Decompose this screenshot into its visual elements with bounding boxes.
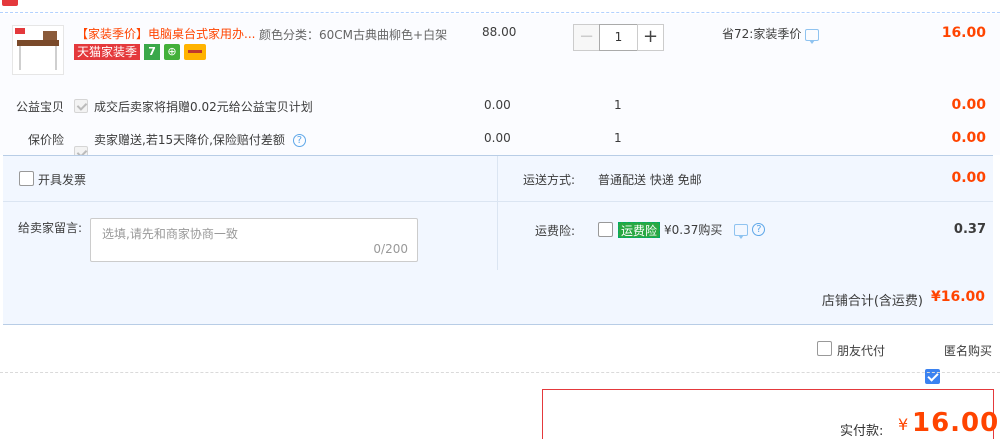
freight-insurance-price-text: ¥0.37购买: [664, 223, 723, 237]
shelf-shape: [43, 31, 57, 40]
guarantee-icon: ⊕: [164, 44, 181, 60]
price-protect-total: 0.00: [951, 130, 986, 146]
final-payment-currency: ¥: [898, 415, 909, 434]
store-total-label: 店铺合计(含运费): [821, 294, 923, 309]
product-thumbnail[interactable]: [12, 25, 64, 75]
service-label-charity: 公益宝贝: [15, 100, 64, 114]
price-protect-price: 0.00: [484, 131, 511, 145]
invoice-checkbox[interactable]: [19, 171, 34, 186]
section-divider: [0, 372, 1000, 373]
event-badge: 天猫家装季: [74, 44, 141, 60]
sku-info: 颜色分类：60CM古典曲柳色+白架: [259, 25, 449, 45]
final-payment-label: 实付款:: [840, 424, 884, 439]
store-total-value: ¥16.00: [930, 289, 985, 305]
price-protect-quantity: 1: [614, 131, 622, 145]
freight-insurance-tag: 运费险: [618, 221, 661, 238]
charity-price: 0.00: [484, 98, 511, 112]
shop-header-strip: [0, 0, 1000, 13]
price-protect-row: 卖家赠送,若15天降价,保险赔付差额?: [94, 131, 306, 148]
item-subtotal: 16.00: [941, 25, 986, 41]
divider: [498, 201, 993, 202]
desk-top-shape: [17, 40, 59, 46]
shipping-fee: 0.00: [951, 170, 986, 186]
chat-icon[interactable]: [805, 28, 820, 44]
charity-quantity: 1: [614, 98, 622, 112]
shipping-method-label: 运送方式:: [523, 173, 576, 187]
charity-total: 0.00: [951, 97, 986, 113]
shipping-method-value[interactable]: 普通配送 快递 免邮: [598, 171, 702, 188]
memo-label: 给卖家留言:: [18, 221, 83, 235]
quantity-input[interactable]: 1: [599, 24, 638, 51]
memo-placeholder: 选填,请先和商家协商一致: [102, 227, 238, 241]
freight-insurance-value: 0.37: [953, 222, 986, 237]
quantity-stepper: − 1 +: [573, 24, 664, 51]
freight-insurance-checkbox[interactable]: [598, 222, 613, 237]
tmall-tag-icon: [15, 28, 25, 34]
quantity-increase-button[interactable]: +: [637, 24, 664, 51]
price-protect-description: 卖家赠送,若15天降价,保险赔付差额: [94, 133, 285, 147]
chat-icon[interactable]: [734, 223, 749, 239]
final-payment-amount: 16.00: [912, 408, 1000, 438]
invoice-label: 开具发票: [38, 173, 87, 187]
promotion-info: 省72:家装季价: [722, 25, 820, 44]
sku-label: 颜色分类：: [259, 28, 320, 42]
memo-textarea[interactable]: 选填,请先和商家协商一致 0/200: [90, 218, 418, 262]
freight-insurance-label: 运费险:: [535, 224, 576, 238]
desk-leg-shape: [19, 46, 21, 70]
anonymous-purchase-label: 匿名购买: [944, 344, 993, 358]
final-payment-box: 实付款: ¥ 16.00: [542, 389, 998, 439]
freight-insurance-offer: 运费险 ¥0.37购买 ?: [618, 221, 766, 239]
product-badges: 天猫家装季 7 ⊕: [74, 43, 207, 61]
help-icon[interactable]: ?: [752, 223, 766, 236]
service-label-price-protect: 保价险: [27, 133, 64, 147]
credit-card-icon: [184, 44, 207, 60]
friend-pay-label: 朋友代付: [837, 344, 886, 358]
store-total-bar: 店铺合计(含运费) ¥16.00: [3, 270, 993, 325]
divider: [3, 201, 497, 202]
memo-char-counter: 0/200: [373, 242, 408, 256]
shop-icon: [2, 0, 18, 6]
help-icon[interactable]: ?: [292, 134, 306, 147]
charity-description: 成交后卖家将捐赠0.02元给公益宝贝计划: [94, 100, 313, 114]
seven-day-return-icon: 7: [144, 44, 161, 60]
quantity-decrease-button[interactable]: −: [573, 24, 600, 51]
promotion-text: 省72:家装季价: [722, 27, 802, 41]
friend-pay-checkbox[interactable]: [817, 341, 832, 356]
desk-leg-shape: [55, 46, 57, 70]
divider: [497, 156, 498, 270]
unit-price: 88.00: [482, 25, 517, 39]
sku-value: 60CM古典曲柳色+白架: [319, 28, 448, 42]
product-title-link[interactable]: 【家装季价】电脑桌台式家用办...: [76, 25, 256, 42]
charity-checkbox[interactable]: [74, 99, 88, 113]
